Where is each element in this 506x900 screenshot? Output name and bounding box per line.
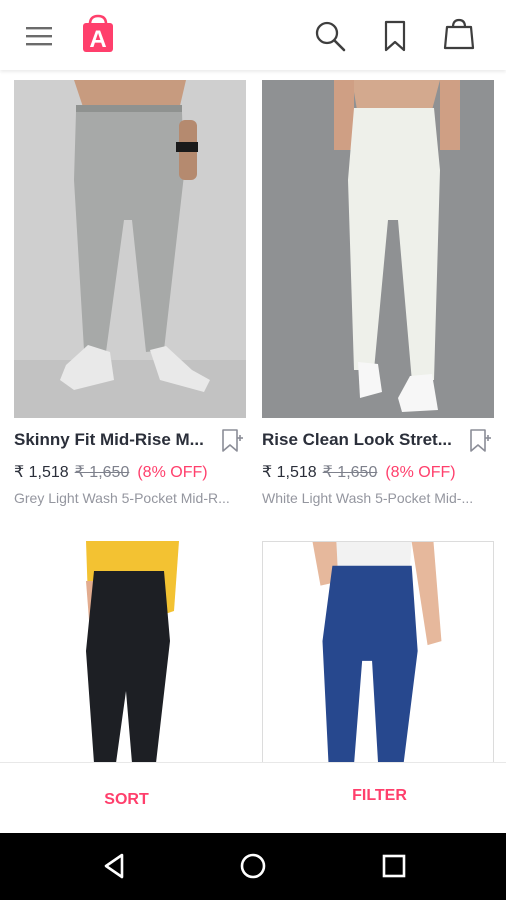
product-card[interactable] [262,541,494,763]
bag-icon[interactable] [440,16,478,54]
search-icon[interactable] [312,18,348,54]
bookmark-icon[interactable] [378,18,412,54]
selling-price: ₹ 1,518 [262,464,317,481]
discount-label: (8% OFF) [137,464,208,481]
original-price: ₹ 1,650 [322,464,378,481]
top-app-bar: A [0,0,506,70]
product-name[interactable]: Skinny Fit Mid-Rise M... [14,430,214,450]
app-screen: A Skinny Fit Mid-Rise M... ₹ 1,518 ₹ 1,6… [0,0,506,900]
product-name[interactable]: Rise Clean Look Stret... [262,430,462,450]
myntra-logo-icon[interactable]: A [80,14,116,54]
wishlist-icon[interactable] [220,428,244,454]
price-row: ₹ 1,518 ₹ 1,650 (8% OFF) [14,462,208,482]
product-image[interactable] [262,80,494,418]
home-icon[interactable] [237,850,269,882]
original-price: ₹ 1,650 [74,464,130,481]
recents-icon[interactable] [378,850,410,882]
selling-price: ₹ 1,518 [14,464,69,481]
sort-button[interactable]: SORT [0,763,253,834]
menu-icon[interactable] [22,20,58,52]
logo-letter: A [89,26,106,53]
wishlist-icon[interactable] [468,428,492,454]
product-image[interactable] [14,541,246,763]
back-icon[interactable] [98,850,130,882]
system-navigation-bar [0,833,506,900]
discount-label: (8% OFF) [385,464,456,481]
price-row: ₹ 1,518 ₹ 1,650 (8% OFF) [262,462,456,482]
product-description: White Light Wash 5-Pocket Mid-... [262,490,474,506]
filter-button[interactable]: FILTER [253,763,506,834]
sort-filter-bar: SORT FILTER [0,762,506,833]
product-image[interactable] [14,80,246,418]
product-image[interactable] [262,541,494,763]
product-description: Grey Light Wash 5-Pocket Mid-R... [14,490,230,506]
product-card[interactable] [14,541,246,763]
